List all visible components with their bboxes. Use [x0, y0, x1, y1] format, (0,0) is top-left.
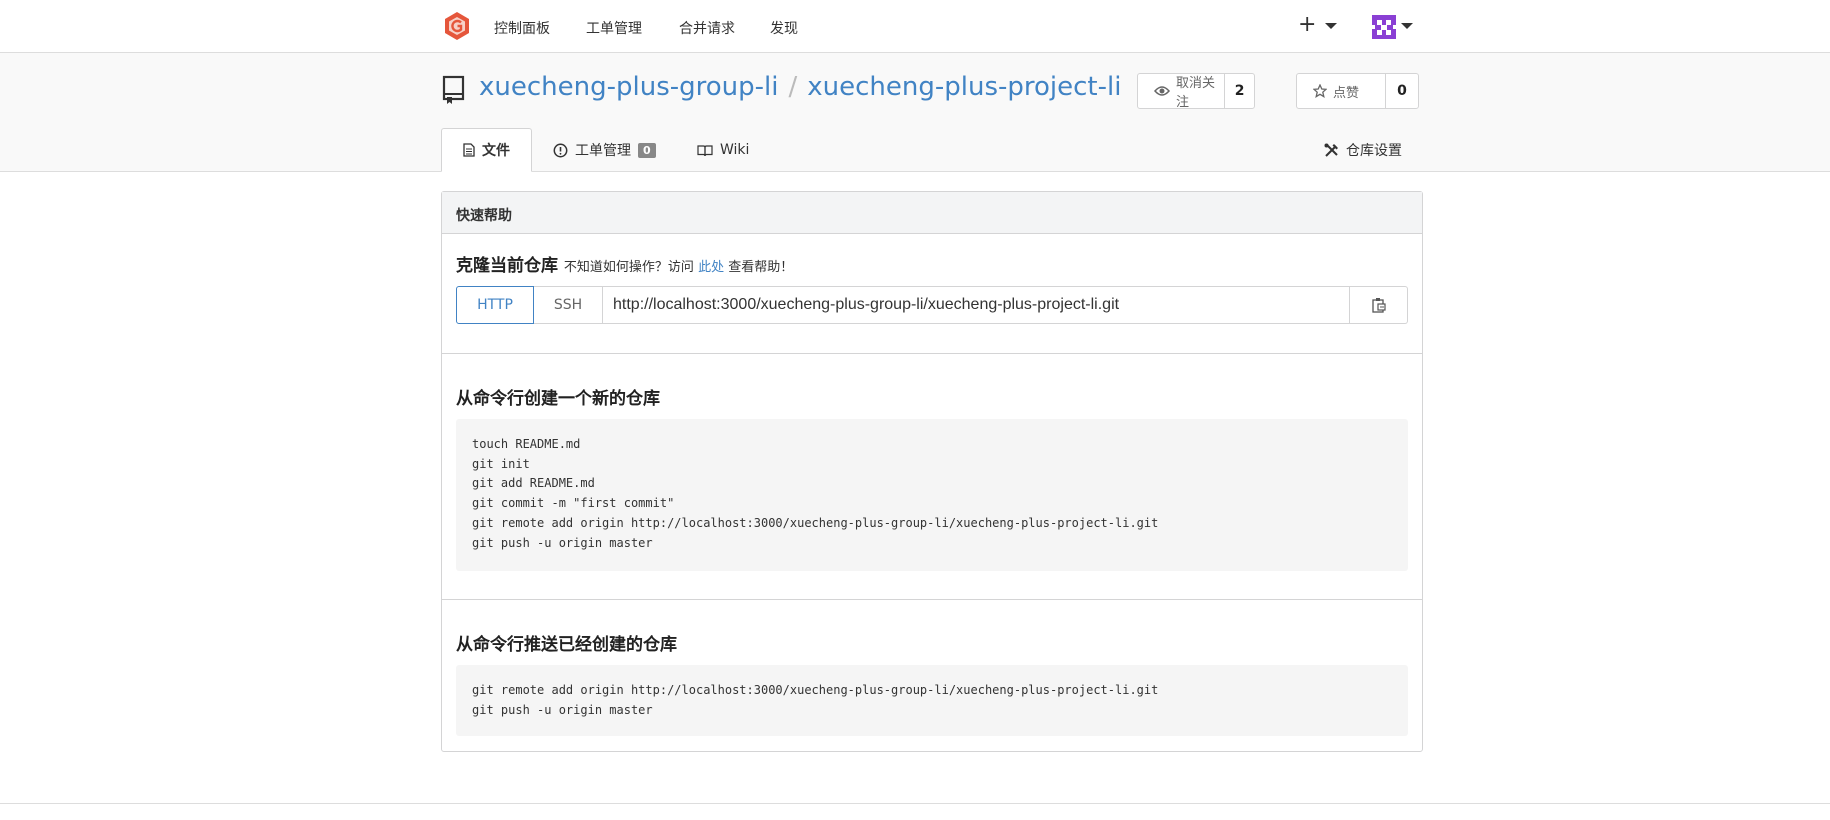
new-repo-code-block: touch README.md git init git add README.… [456, 419, 1408, 571]
watch-label: 取消关注 [1176, 76, 1216, 110]
gitea-logo-icon[interactable] [442, 11, 472, 41]
tab-issues[interactable]: 工单管理 0 [553, 128, 656, 172]
clone-help-suffix: 查看帮助！ [728, 260, 794, 275]
tab-wiki-label: Wiki [720, 142, 750, 158]
tab-wiki[interactable]: Wiki [697, 128, 749, 172]
repo-header [0, 53, 1830, 172]
footer-divider [0, 803, 1830, 804]
watch-button-group: 取消关注 2 [1137, 73, 1255, 110]
create-new-button[interactable]: + [1298, 12, 1316, 37]
top-navbar: 控制面板 工单管理 合并请求 发现 + [0, 0, 1830, 53]
clone-title: 克隆当前仓库 [456, 256, 558, 276]
clone-section-heading: 克隆当前仓库 不知道如何操作？访问 此处 查看帮助！ [456, 251, 793, 276]
section-divider [442, 353, 1422, 354]
book-icon [441, 75, 467, 105]
watch-count[interactable]: 2 [1225, 74, 1254, 108]
nav-explore[interactable]: 发现 [770, 18, 798, 38]
tab-settings[interactable]: 仓库设置 [1324, 128, 1402, 172]
clone-help-text: 不知道如何操作？访问 此处 查看帮助！ [564, 260, 793, 275]
tab-settings-label: 仓库设置 [1346, 143, 1402, 159]
user-menu-dropdown-icon[interactable] [1401, 23, 1413, 29]
clone-help-prefix: 不知道如何操作？访问 [563, 260, 694, 275]
nav-issues[interactable]: 工单管理 [586, 18, 642, 38]
clone-help-link[interactable]: 此处 [698, 260, 724, 275]
star-label: 点赞 [1333, 85, 1360, 101]
nav-dashboard[interactable]: 控制面板 [494, 18, 550, 38]
repo-title: xuecheng-plus-group-li / xuecheng-plus-pro… [479, 72, 1121, 102]
tab-issues-label: 工单管理 [575, 143, 631, 159]
section-divider [442, 599, 1422, 600]
star-button-group: 点赞 0 [1296, 73, 1419, 109]
copy-url-button[interactable] [1350, 286, 1408, 324]
eye-icon [1154, 85, 1170, 97]
tools-icon [1324, 143, 1339, 158]
issue-opened-icon [553, 143, 568, 158]
push-existing-heading: 从命令行推送已经创建的仓库 [456, 635, 677, 655]
quick-help-title: 快速帮助 [442, 192, 1422, 234]
http-protocol-button[interactable]: HTTP [456, 286, 534, 324]
repo-name-link[interactable]: xuecheng-plus-project-li [807, 72, 1121, 102]
clone-url-input[interactable] [603, 286, 1350, 324]
ssh-protocol-button[interactable]: SSH [534, 286, 603, 324]
star-icon [1313, 84, 1327, 98]
issues-count-badge: 0 [638, 142, 656, 158]
push-existing-code-block: git remote add origin http://localhost:3… [456, 665, 1408, 736]
new-repo-heading: 从命令行创建一个新的仓库 [456, 389, 660, 409]
quick-help-panel: 快速帮助 克隆当前仓库 不知道如何操作？访问 此处 查看帮助！ HTTP SSH… [441, 191, 1423, 752]
clipboard-icon [1371, 297, 1386, 313]
file-icon [463, 143, 475, 157]
tab-files-label: 文件 [482, 143, 510, 159]
nav-pull-requests[interactable]: 合并请求 [679, 18, 735, 38]
tab-files[interactable]: 文件 [441, 128, 532, 172]
star-count[interactable]: 0 [1386, 74, 1418, 108]
star-button[interactable]: 点赞 [1297, 74, 1386, 108]
user-avatar[interactable] [1370, 13, 1398, 41]
create-dropdown-icon[interactable] [1325, 23, 1337, 29]
clone-url-bar: HTTP SSH [456, 286, 1408, 324]
repo-title-separator: / [788, 72, 798, 102]
watch-button[interactable]: 取消关注 [1138, 74, 1226, 110]
book-open-icon [697, 144, 713, 157]
repo-owner-link[interactable]: xuecheng-plus-group-li [479, 72, 778, 102]
